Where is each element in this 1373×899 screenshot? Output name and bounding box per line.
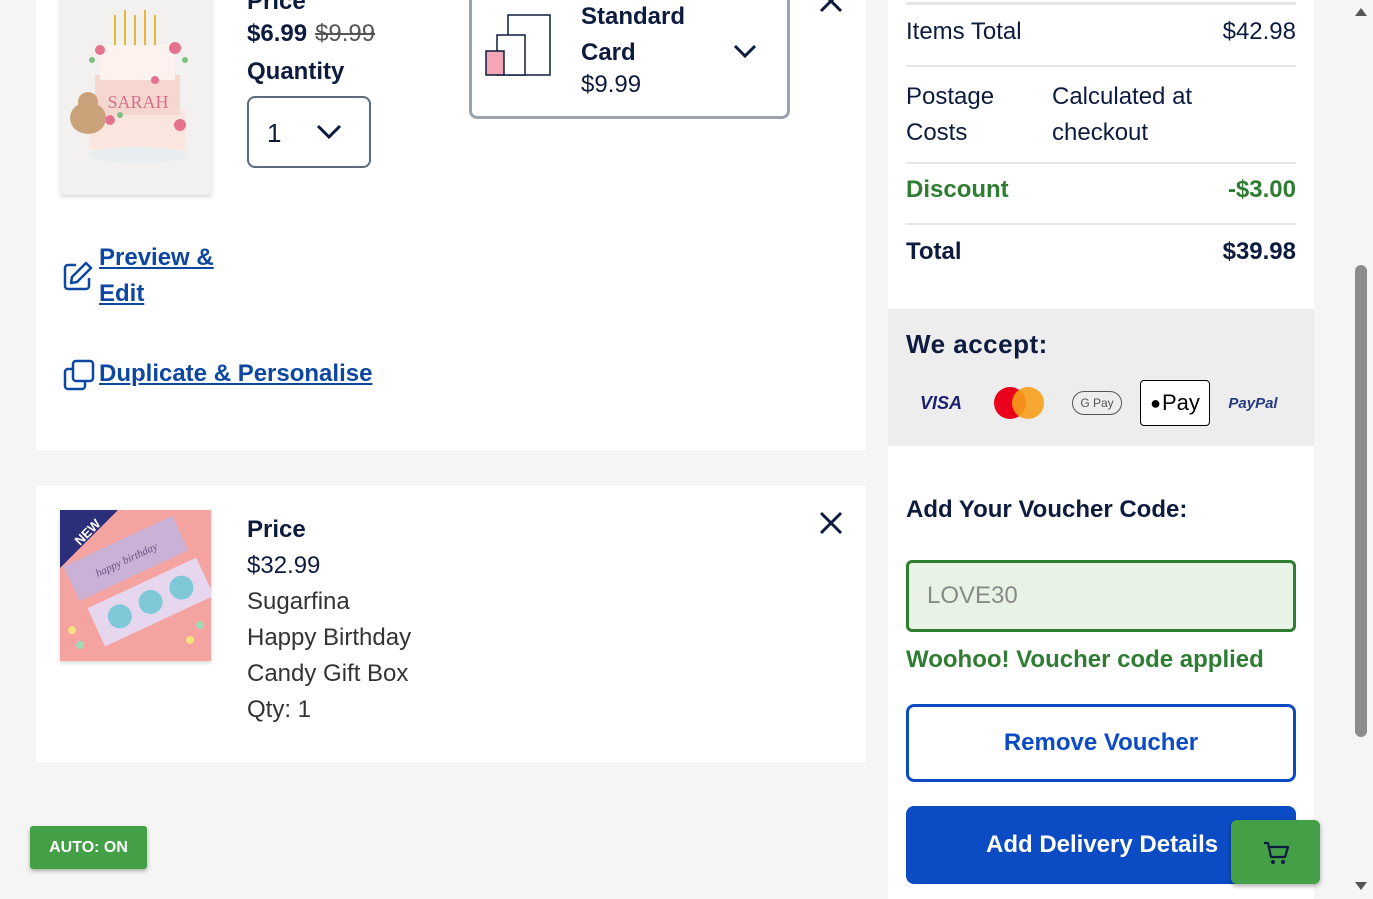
product-name-line3: Candy Gift Box — [247, 660, 409, 687]
apple-pay-text: Pay — [1161, 390, 1200, 415]
size-name-line1: Standard — [581, 3, 686, 30]
card-thumbnail[interactable]: SARAH — [60, 0, 212, 195]
paypal-logo: PayPal — [1228, 394, 1278, 412]
voucher-input[interactable] — [906, 560, 1296, 632]
items-total-row: Items Total $42.98 — [906, 18, 1296, 67]
cart-icon — [1264, 841, 1290, 864]
remove-voucher-button[interactable]: Remove Voucher — [906, 704, 1296, 782]
voucher-success-message: Woohoo! Voucher code applied — [906, 646, 1264, 673]
basket-item-card: happy birthday NEW Price $32.99 Sugarfin… — [36, 486, 866, 762]
total-row: Total $39.98 — [906, 238, 1296, 278]
accept-title: We accept: — [906, 329, 1048, 359]
price-label: Price — [247, 516, 306, 543]
card-size-select[interactable]: Standard Card $9.99 — [469, 0, 790, 119]
product-name-line2: Happy Birthday — [247, 624, 412, 651]
duplicate-icon — [63, 359, 95, 391]
total-label: Total — [906, 238, 962, 265]
card-name-text: SARAH — [107, 92, 168, 112]
quantity-value: 1 — [267, 118, 282, 148]
apple-pay-logo: ● Pay — [1140, 380, 1210, 426]
scroll-down-icon[interactable] — [1354, 881, 1368, 891]
price-label: Price — [247, 0, 306, 15]
scrollbar[interactable] — [1350, 0, 1373, 899]
visa-logo: VISA — [919, 392, 962, 413]
apple-icon: ● — [1150, 392, 1161, 413]
postage-value-line2: checkout — [1052, 119, 1149, 146]
chevron-down-icon — [733, 44, 757, 59]
price-current: $6.99 — [247, 20, 308, 47]
postage-label-line2: Costs — [906, 119, 968, 146]
discount-label: Discount — [906, 176, 1009, 203]
scroll-up-icon[interactable] — [1354, 7, 1368, 17]
card-size-icon — [485, 14, 551, 76]
order-summary-panel: Items Total $42.98 Postage Costs Calcula… — [888, 0, 1314, 899]
preview-edit-line1: Preview & — [99, 244, 214, 271]
quantity-select[interactable]: 1 — [247, 96, 371, 168]
close-icon[interactable] — [818, 0, 844, 14]
quantity-label: Quantity — [247, 58, 345, 85]
preview-edit-line2: Edit — [99, 280, 145, 307]
candy-box-illustration: happy birthday NEW — [60, 510, 211, 661]
basket-item-card: SARAH Price $6.99 $9.99 Quantity 1 Standa… — [36, 0, 866, 450]
voucher-title: Add Your Voucher Code: — [906, 496, 1188, 523]
total-value: $39.98 — [1222, 238, 1296, 265]
edit-icon — [63, 261, 93, 291]
price-original: $9.99 — [315, 20, 376, 47]
auto-toggle-badge[interactable]: AUTO: ON — [30, 826, 147, 869]
product-thumbnail[interactable]: happy birthday NEW — [60, 510, 211, 661]
items-total-value: $42.98 — [1222, 18, 1296, 45]
cart-button[interactable] — [1231, 820, 1320, 884]
duplicate-personalise-label: Duplicate & Personalise — [99, 360, 373, 387]
discount-row: Discount -$3.00 — [906, 176, 1296, 225]
chevron-down-icon — [316, 124, 342, 140]
divider — [906, 2, 1296, 5]
product-qty: Qty: 1 — [247, 696, 312, 723]
size-price: $9.99 — [581, 71, 642, 98]
items-total-label: Items Total — [906, 18, 1022, 45]
postage-value-line1: Calculated at — [1052, 83, 1193, 110]
postage-row: Postage Costs Calculated at checkout — [906, 79, 1296, 164]
postage-label-line1: Postage — [906, 83, 995, 110]
birthday-cake-illustration: SARAH — [70, 10, 188, 163]
close-icon[interactable] — [818, 510, 844, 536]
google-pay-logo: G Pay — [1072, 391, 1122, 415]
scrollbar-thumb[interactable] — [1355, 265, 1367, 737]
mastercard-logo — [991, 380, 1047, 426]
size-name-line2: Card — [581, 39, 636, 66]
product-name-line1: Sugarfina — [247, 588, 350, 615]
discount-value: -$3.00 — [1227, 176, 1296, 203]
product-price: $32.99 — [247, 552, 321, 579]
